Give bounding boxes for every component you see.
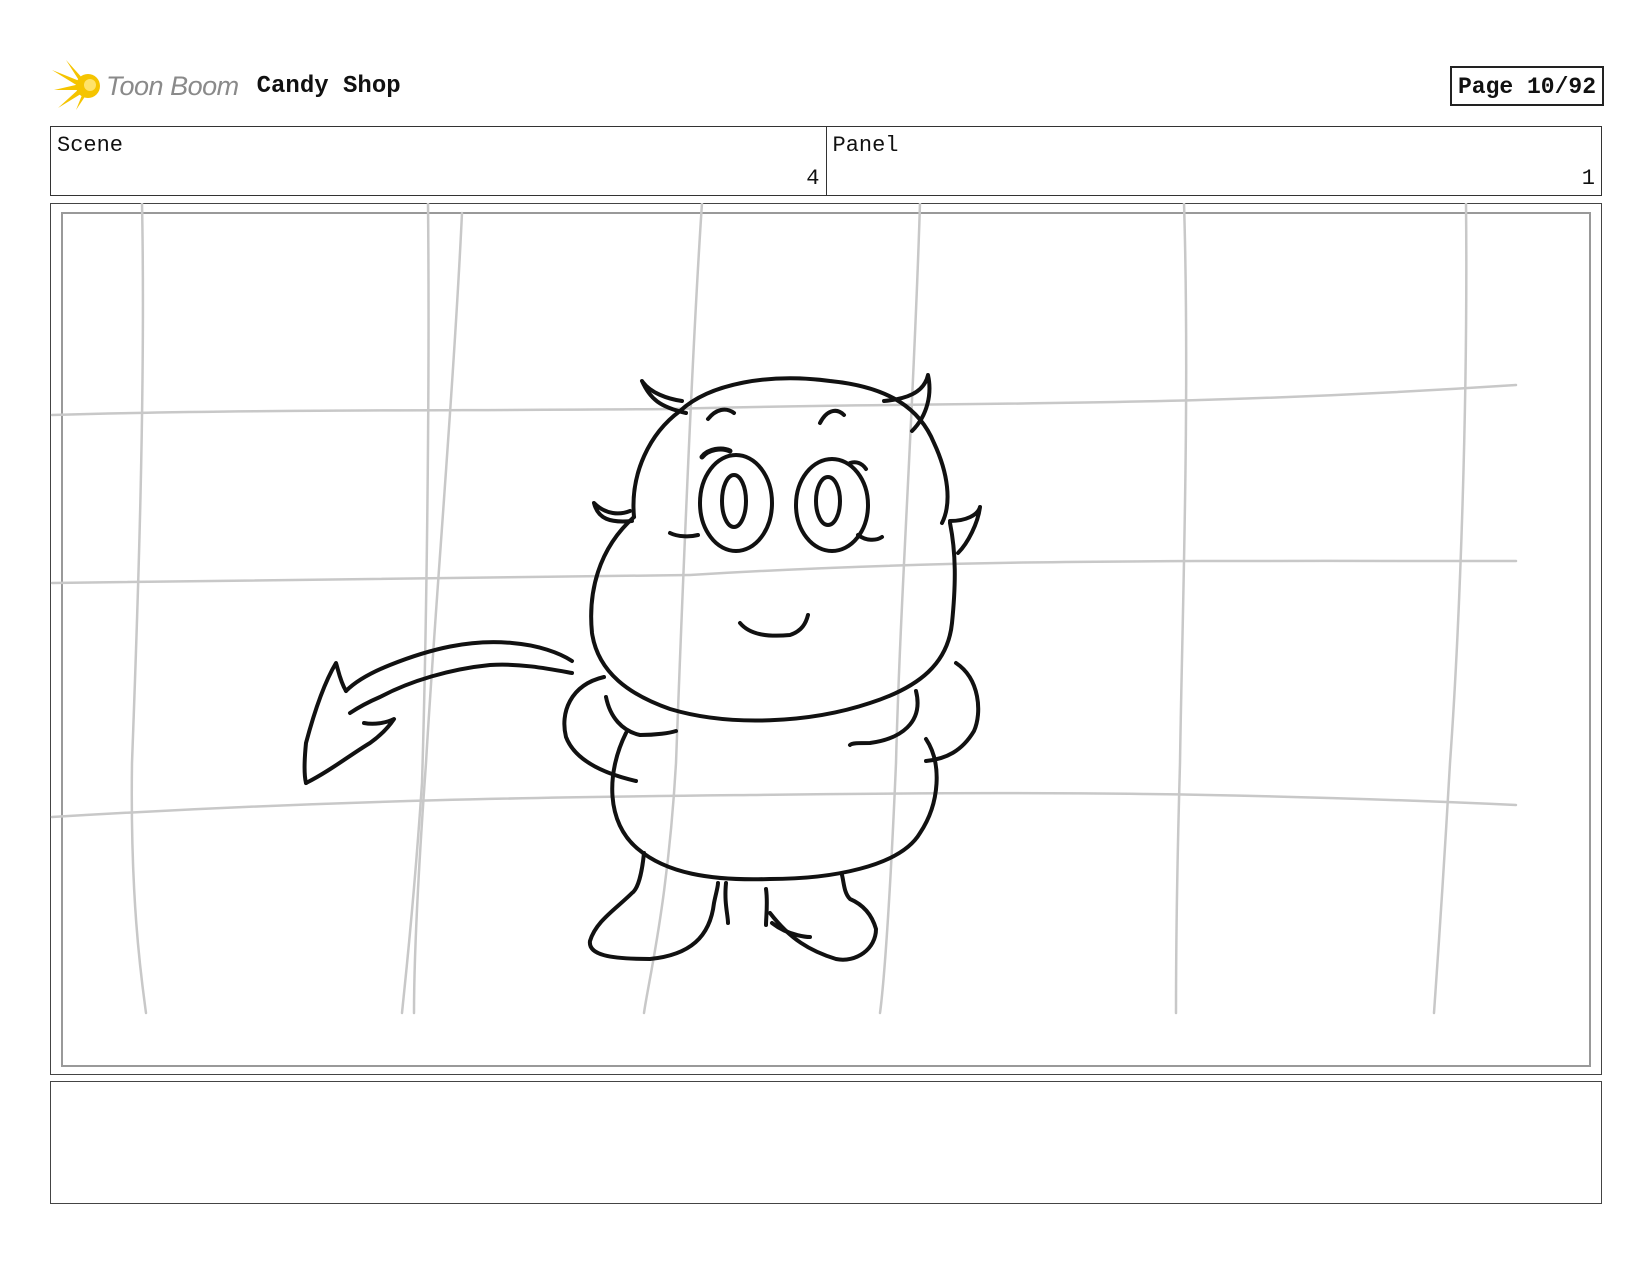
action-notes-box[interactable] xyxy=(50,1081,1602,1204)
background-grid xyxy=(50,203,1518,1015)
panel-label: Panel xyxy=(832,133,899,158)
page-number-badge: Page 10/92 xyxy=(1449,66,1604,106)
panel-drawing xyxy=(50,203,1518,1015)
panel-value: 1 xyxy=(1581,166,1595,191)
scene-value: 4 xyxy=(806,166,820,191)
project-title: Candy Shop xyxy=(256,72,401,100)
scene-panel-info: Scene 4 Panel 1 xyxy=(50,126,1602,196)
logo: Toon Boom Candy Shop xyxy=(52,58,401,114)
panel-cell: Panel 1 xyxy=(825,127,1602,195)
scene-cell: Scene 4 xyxy=(51,127,826,195)
devil-character-sketch xyxy=(302,373,982,962)
page-header: Toon Boom Candy Shop Page 10/92 xyxy=(52,58,1604,114)
scene-label: Scene xyxy=(57,133,124,158)
logo-text: Toon Boom xyxy=(106,70,239,101)
toon-boom-star-icon xyxy=(52,60,100,110)
